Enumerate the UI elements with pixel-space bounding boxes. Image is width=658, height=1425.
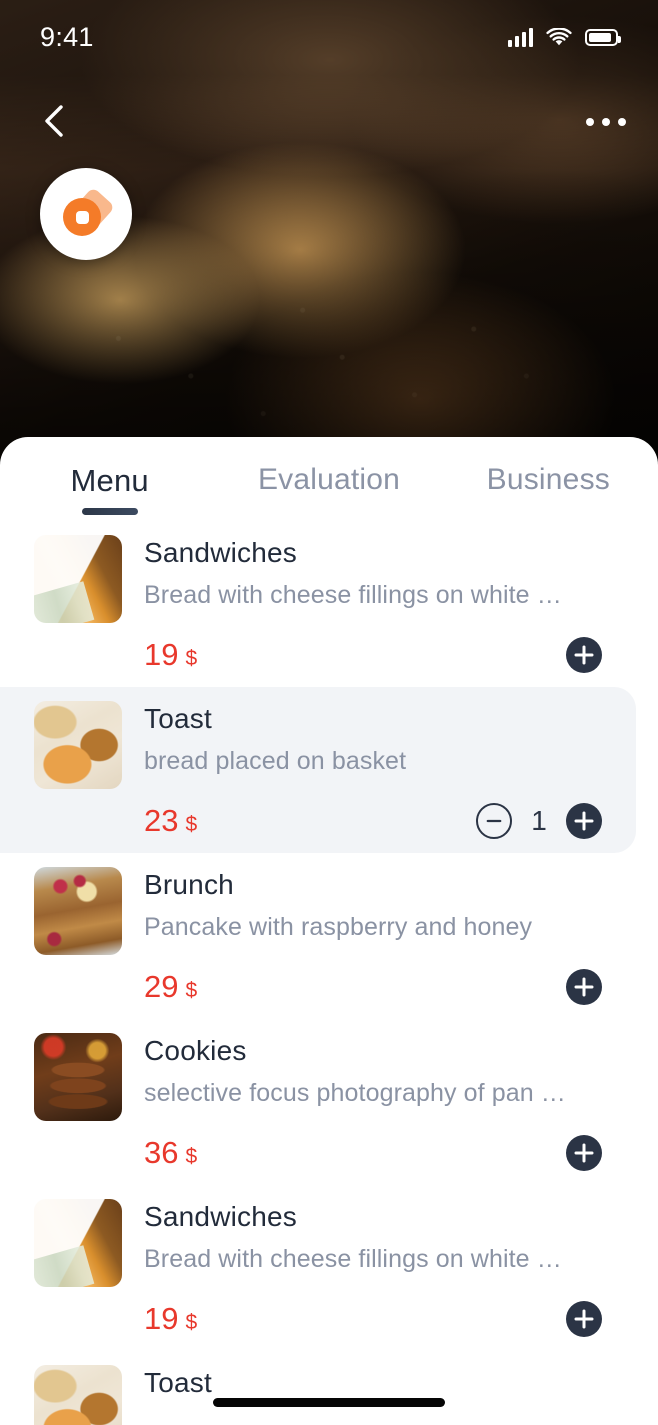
shop-logo[interactable] — [40, 168, 132, 260]
tab-business[interactable]: Business — [439, 463, 658, 519]
item-thumbnail — [34, 535, 122, 623]
back-button[interactable] — [30, 95, 82, 147]
menu-item[interactable]: Brunch Pancake with raspberry and honey … — [0, 853, 636, 1019]
add-item-button[interactable] — [566, 1301, 602, 1337]
item-thumbnail — [34, 1033, 122, 1121]
item-price: 36 $ — [144, 1135, 197, 1171]
status-time: 9:41 — [40, 21, 94, 52]
item-price-currency: $ — [185, 1145, 198, 1168]
menu-item[interactable]: Sandwiches Bread with cheese fillings on… — [0, 1185, 636, 1351]
plus-icon — [574, 811, 594, 831]
add-item-button[interactable] — [566, 803, 602, 839]
plus-icon — [574, 1309, 594, 1329]
item-price: 19 $ — [144, 1301, 197, 1337]
add-item-button[interactable] — [566, 1135, 602, 1171]
menu-item[interactable]: Toast — [0, 1351, 636, 1425]
tab-menu[interactable]: Menu — [0, 463, 219, 521]
item-name: Sandwiches — [144, 1201, 297, 1232]
item-price-amount: 36 — [144, 1135, 179, 1170]
item-quantity: 1 — [531, 805, 547, 836]
item-thumbnail — [34, 701, 122, 789]
tab-menu-label: Menu — [70, 463, 149, 498]
remove-item-button[interactable] — [476, 803, 512, 839]
phone-screen: 9:41 Bread — [0, 0, 658, 1425]
item-price: 29 $ — [144, 969, 197, 1005]
item-price-amount: 29 — [144, 969, 179, 1004]
plus-icon — [574, 1143, 594, 1163]
item-thumbnail — [34, 867, 122, 955]
menu-list: Sandwiches Bread with cheese fillings on… — [0, 521, 658, 1425]
item-quantity-controls — [566, 969, 602, 1005]
more-options-button[interactable] — [586, 100, 626, 144]
menu-item[interactable]: Sandwiches Bread with cheese fillings on… — [0, 521, 636, 687]
tab-business-label: Business — [486, 463, 610, 496]
item-price-amount: 19 — [144, 637, 179, 672]
item-price: 23 $ — [144, 803, 197, 839]
menu-item[interactable]: Cookies selective focus photography of p… — [0, 1019, 636, 1185]
menu-item[interactable]: Toast bread placed on basket 23 $ 1 — [0, 687, 636, 853]
item-name: Sandwiches — [144, 537, 297, 568]
add-item-button[interactable] — [566, 969, 602, 1005]
content-panel: Menu Evaluation Business Sandwiches Brea… — [0, 437, 658, 1425]
item-thumbnail — [34, 1199, 122, 1287]
plus-icon — [574, 645, 594, 665]
tab-bar: Menu Evaluation Business — [0, 437, 658, 521]
item-name: Cookies — [144, 1035, 247, 1066]
item-description: bread placed on basket — [144, 747, 407, 775]
battery-icon — [585, 28, 621, 46]
chevron-left-icon — [45, 105, 63, 137]
item-price-amount: 23 — [144, 803, 179, 838]
item-name: Brunch — [144, 869, 234, 900]
item-quantity-controls — [566, 637, 602, 673]
item-thumbnail — [34, 1365, 122, 1425]
item-description: Bread with cheese fillings on white … — [144, 581, 562, 609]
item-name: Toast — [144, 1367, 212, 1398]
wifi-icon — [546, 27, 572, 45]
tab-active-indicator — [81, 508, 138, 515]
item-price: 19 $ — [144, 637, 197, 673]
item-quantity-controls: 1 — [476, 803, 602, 839]
tab-evaluation-label: Evaluation — [257, 463, 401, 496]
add-item-button[interactable] — [566, 637, 602, 673]
item-price-currency: $ — [185, 1311, 198, 1334]
item-name: Toast — [144, 703, 212, 734]
signal-bars-icon — [508, 27, 533, 47]
more-options-icon — [586, 118, 594, 126]
item-description: Pancake with raspberry and honey — [144, 913, 533, 941]
item-price-currency: $ — [185, 979, 198, 1002]
shop-logo-icon — [61, 186, 116, 239]
minus-icon — [486, 819, 502, 823]
item-quantity-controls — [566, 1135, 602, 1171]
home-indicator — [213, 1398, 445, 1407]
item-description: Bread with cheese fillings on white … — [144, 1245, 562, 1273]
tab-evaluation[interactable]: Evaluation — [219, 463, 438, 519]
item-description: selective focus photography of pan … — [144, 1079, 566, 1107]
item-price-currency: $ — [185, 813, 198, 836]
item-price-currency: $ — [185, 647, 198, 670]
status-indicators — [508, 27, 621, 47]
item-quantity-controls — [566, 1301, 602, 1337]
status-bar: 9:41 — [0, 0, 658, 74]
item-price-amount: 19 — [144, 1301, 179, 1336]
plus-icon — [574, 977, 594, 997]
